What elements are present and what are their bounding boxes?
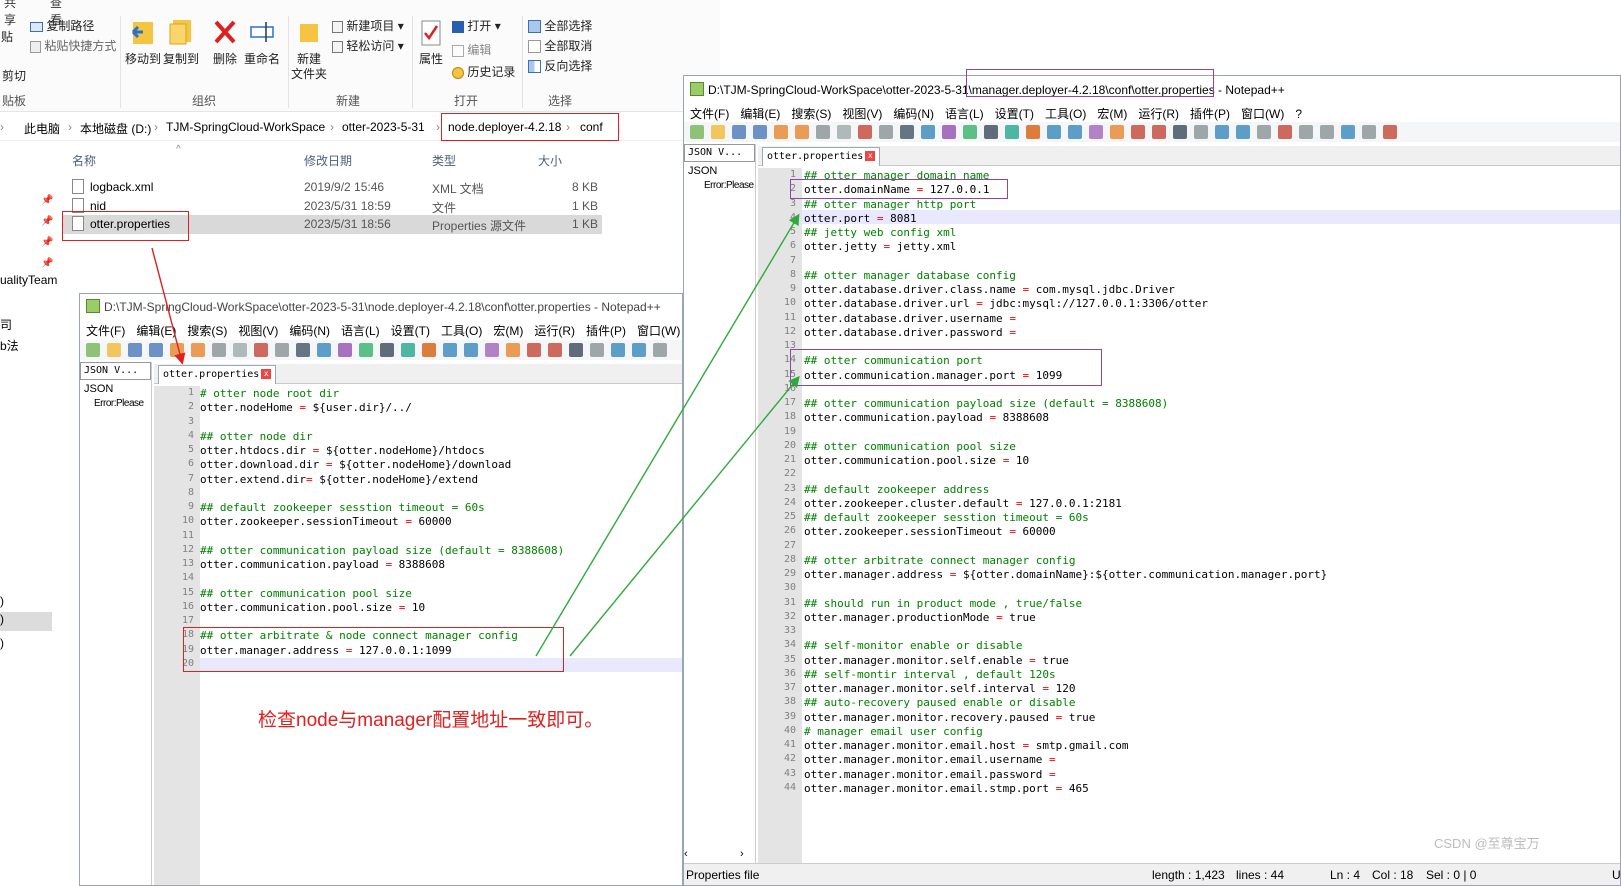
annotation-text: 检查node与manager配置地址一致即可。 <box>258 710 604 731</box>
annotation-arrows <box>151 213 800 657</box>
file-to-editor-arrow <box>151 247 186 365</box>
address-to-port-arrow <box>569 375 800 657</box>
address-to-domain-arrow <box>535 213 800 657</box>
watermark: CSDN @至尊宝万 <box>1434 836 1540 851</box>
